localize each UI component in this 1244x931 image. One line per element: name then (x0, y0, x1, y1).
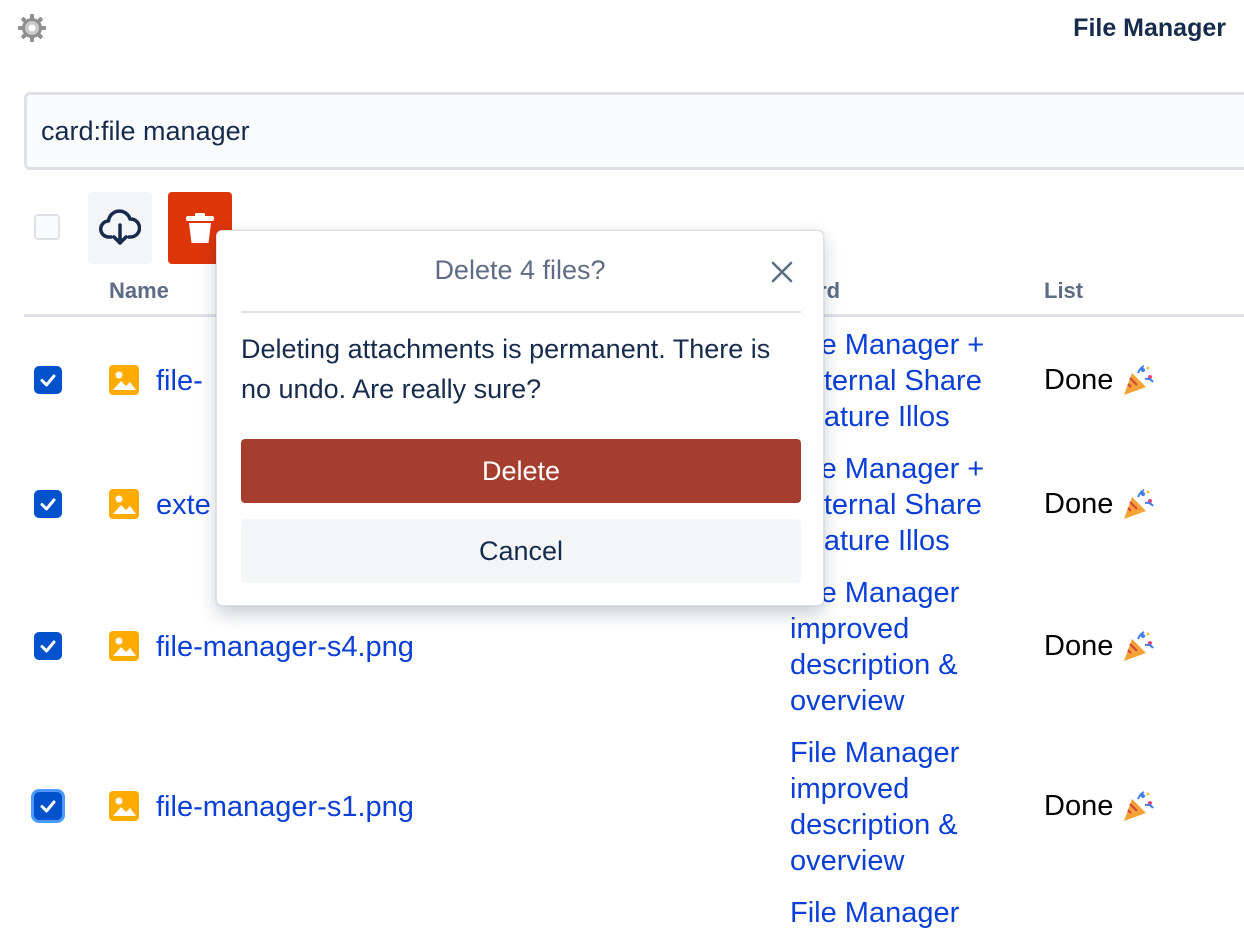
download-button[interactable] (88, 192, 152, 264)
gear-icon[interactable] (16, 12, 48, 44)
file-name-link[interactable]: file-manager-s1.png (156, 791, 414, 824)
row-checkbox[interactable] (34, 632, 62, 660)
dialog-message: Deleting attachments is permanent. There… (241, 334, 771, 404)
list-name: Done (1044, 790, 1155, 824)
column-header-list[interactable]: List (1044, 278, 1083, 304)
dialog-title: Delete 4 files? (434, 255, 606, 285)
party-popper-icon (1124, 791, 1155, 822)
card-link[interactable]: File Manager (790, 895, 1010, 931)
row-checkbox[interactable] (34, 792, 62, 820)
party-popper-icon (1124, 489, 1155, 520)
close-button[interactable] (765, 255, 799, 289)
column-header-name[interactable]: Name (109, 278, 169, 304)
checkmark-icon (40, 800, 56, 813)
list-name: Done (1044, 364, 1155, 398)
cancel-button[interactable]: Cancel (241, 519, 801, 583)
checkmark-icon (40, 374, 56, 387)
select-all-checkbox[interactable] (34, 214, 60, 240)
party-popper-icon (1124, 365, 1155, 396)
list-name: Done (1044, 630, 1155, 664)
file-name-link[interactable]: exte (156, 489, 211, 522)
image-file-icon (109, 489, 139, 519)
cloud-download-icon (99, 209, 141, 245)
row-checkbox[interactable] (34, 490, 62, 518)
close-icon (771, 261, 793, 283)
row-checkbox[interactable] (34, 366, 62, 394)
app-title: File Manager (1073, 14, 1226, 42)
search-input[interactable] (24, 92, 1244, 170)
image-file-icon (109, 791, 139, 821)
card-link[interactable]: File Manager improved description & over… (790, 735, 1010, 879)
list-name: Done (1044, 488, 1155, 522)
party-popper-icon (1124, 631, 1155, 662)
file-name-link[interactable]: file- (156, 365, 203, 398)
checkmark-icon (40, 640, 56, 653)
trash-icon (186, 213, 214, 243)
checkmark-icon (40, 498, 56, 511)
image-file-icon (109, 365, 139, 395)
file-name-link[interactable]: file-manager-s4.png (156, 631, 414, 664)
dialog-divider (241, 311, 801, 313)
delete-confirm-dialog: Delete 4 files? Deleting attachments is … (216, 230, 824, 606)
confirm-delete-button[interactable]: Delete (241, 439, 801, 503)
image-file-icon (109, 631, 139, 661)
